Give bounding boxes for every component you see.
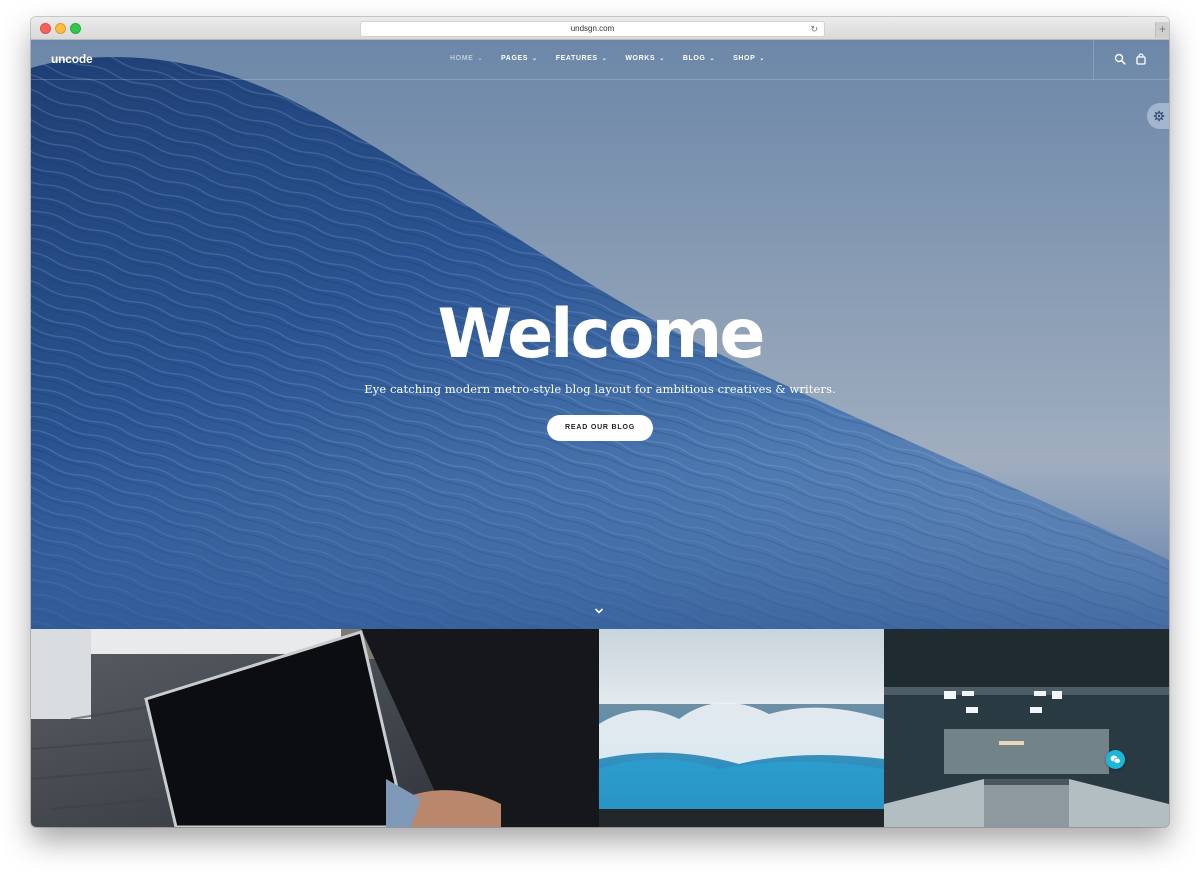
menu-label: WORKS bbox=[625, 55, 656, 62]
gear-icon bbox=[1153, 110, 1165, 122]
url-text: undsgn.com bbox=[570, 24, 615, 33]
reload-icon[interactable]: ↻ bbox=[810, 22, 818, 36]
chat-bubble-icon bbox=[1110, 755, 1121, 764]
chevron-down-icon[interactable] bbox=[594, 607, 604, 615]
ocean-wave-image bbox=[599, 629, 884, 827]
browser-titlebar: undsgn.com ↻ + bbox=[31, 17, 1169, 40]
menu-label: PAGES bbox=[501, 55, 529, 62]
hero-title: Welcome bbox=[437, 295, 765, 374]
main-menu: HOME ⌄ PAGES ⌄ FEATURES ⌄ WORKS ⌄ BLOG ⌄… bbox=[450, 55, 783, 62]
close-window-button[interactable] bbox=[40, 23, 51, 34]
chat-button[interactable] bbox=[1106, 750, 1125, 769]
address-bar[interactable]: undsgn.com ↻ bbox=[360, 21, 825, 37]
new-tab-button[interactable]: + bbox=[1155, 22, 1169, 38]
shopping-bag-icon[interactable] bbox=[1135, 53, 1147, 65]
hero-subtitle: Eye catching modern metro-style blog lay… bbox=[364, 382, 836, 396]
chevron-down-icon: ⌄ bbox=[709, 56, 716, 62]
menu-label: BLOG bbox=[682, 55, 706, 62]
post-gallery bbox=[31, 629, 1169, 827]
chevron-down-icon: ⌄ bbox=[601, 56, 608, 62]
header-divider bbox=[1093, 40, 1094, 80]
chevron-down-icon: ⌄ bbox=[659, 56, 665, 62]
menu-item-works[interactable]: WORKS ⌄ bbox=[625, 55, 664, 62]
chevron-down-icon: ⌄ bbox=[532, 56, 538, 62]
menu-item-pages[interactable]: PAGES ⌄ bbox=[501, 55, 538, 62]
settings-panel-toggle[interactable] bbox=[1147, 103, 1169, 129]
browser-window: undsgn.com ↻ + uncode HOME ⌄ PAGES ⌄ FEA… bbox=[31, 17, 1169, 827]
minimize-window-button[interactable] bbox=[55, 23, 66, 34]
read-our-blog-button[interactable]: READ OUR BLOG bbox=[547, 415, 653, 441]
menu-item-shop[interactable]: SHOP ⌄ bbox=[733, 55, 765, 62]
menu-label: SHOP bbox=[733, 55, 756, 62]
chevron-down-icon: ⌄ bbox=[477, 56, 484, 62]
menu-label: HOME bbox=[450, 55, 474, 62]
gallery-tile-corridor[interactable] bbox=[884, 629, 1169, 827]
menu-label: FEATURES bbox=[555, 55, 598, 62]
laptop-image bbox=[31, 629, 599, 827]
menu-item-features[interactable]: FEATURES ⌄ bbox=[556, 55, 608, 62]
gallery-tile-laptop[interactable] bbox=[31, 629, 599, 827]
concrete-corridor-image bbox=[884, 629, 1169, 827]
search-icon[interactable] bbox=[1114, 53, 1126, 65]
menu-item-home[interactable]: HOME ⌄ bbox=[450, 55, 483, 62]
chevron-down-icon: ⌄ bbox=[759, 56, 765, 62]
gallery-tile-wave[interactable] bbox=[599, 629, 884, 827]
menu-item-blog[interactable]: BLOG ⌄ bbox=[683, 55, 715, 62]
maximize-window-button[interactable] bbox=[70, 23, 81, 34]
site-header: uncode HOME ⌄ PAGES ⌄ FEATURES ⌄ WORKS ⌄ bbox=[31, 40, 1169, 80]
hero-content: Welcome Eye catching modern metro-style … bbox=[31, 295, 1169, 441]
hero-section: uncode HOME ⌄ PAGES ⌄ FEATURES ⌄ WORKS ⌄ bbox=[31, 40, 1169, 629]
site-logo[interactable]: uncode bbox=[51, 52, 93, 66]
